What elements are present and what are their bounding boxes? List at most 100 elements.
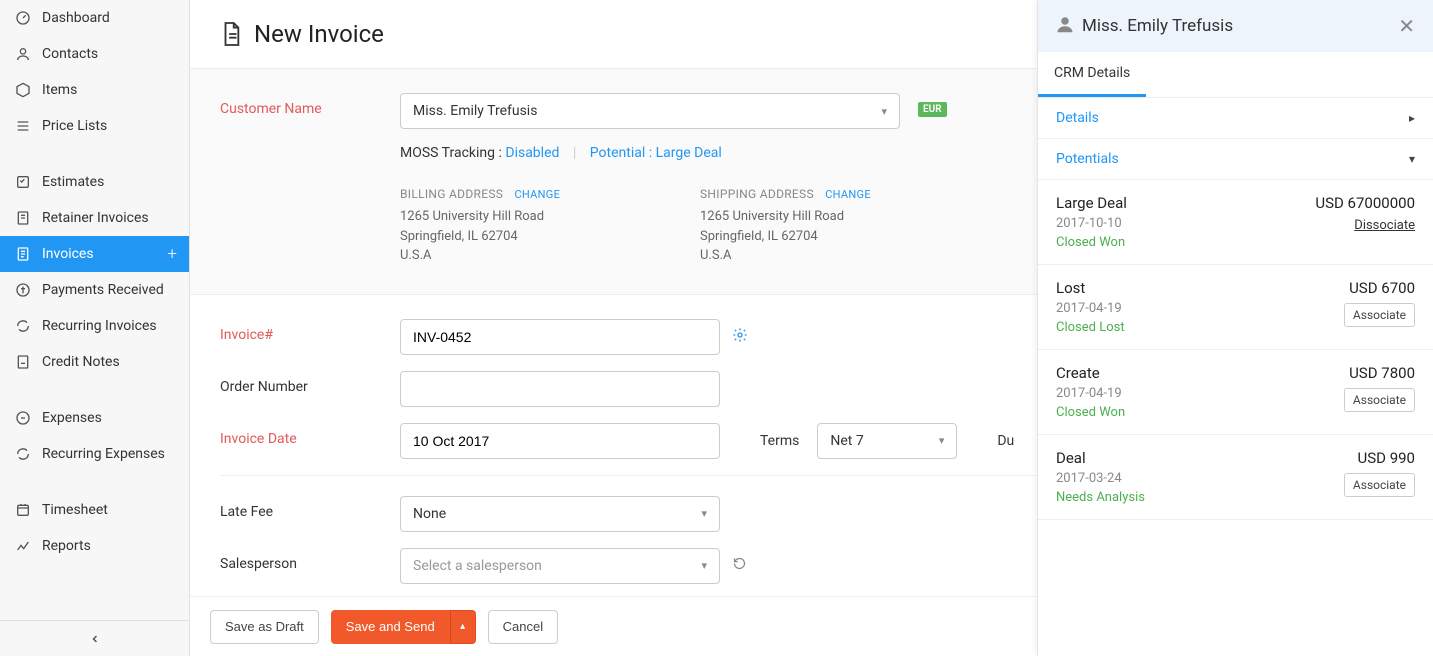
potential-status: Needs Analysis <box>1056 490 1145 505</box>
chevron-down-icon: ▾ <box>701 559 707 572</box>
potential-name: Lost <box>1056 279 1125 297</box>
sidebar-item-expenses[interactable]: Expenses <box>0 400 189 436</box>
currency-badge: EUR <box>918 102 947 117</box>
order-num-value[interactable] <box>413 381 707 397</box>
chevron-down-icon: ▾ <box>939 434 945 447</box>
terms-label: Terms <box>760 433 799 449</box>
refresh-icon[interactable] <box>732 556 747 575</box>
terms-value: Net 7 <box>830 433 863 449</box>
save-draft-button[interactable]: Save as Draft <box>210 610 319 644</box>
potential-date: 2017-04-19 <box>1056 301 1125 316</box>
customer-select-value: Miss. Emily Trefusis <box>413 103 537 119</box>
sidebar-item-creditnotes[interactable]: Credit Notes <box>0 344 189 380</box>
close-icon[interactable]: ✕ <box>1398 14 1415 38</box>
add-invoice-icon[interactable]: + <box>167 244 177 264</box>
late-fee-label: Late Fee <box>220 496 400 520</box>
billing-line1: 1265 University Hill Road <box>400 207 660 227</box>
sidebar-item-recurring-expenses[interactable]: Recurring Expenses <box>0 436 189 472</box>
billing-head: BILLING ADDRESS <box>400 187 503 201</box>
associate-button[interactable]: Associate <box>1344 473 1415 497</box>
potential-date: 2017-03-24 <box>1056 471 1145 486</box>
shipping-line1: 1265 University Hill Road <box>700 207 960 227</box>
sidebar-item-label: Contacts <box>42 46 98 62</box>
sidebar-item-contacts[interactable]: Contacts <box>0 36 189 72</box>
late-fee-value: None <box>413 506 446 522</box>
potential-amount: USD 7800 <box>1344 364 1415 382</box>
sidebar-collapse-button[interactable] <box>0 620 189 656</box>
associate-button[interactable]: Associate <box>1344 303 1415 327</box>
sidebar-item-timesheet[interactable]: Timesheet <box>0 492 189 528</box>
sidebar-item-label: Dashboard <box>42 10 110 26</box>
sidebar-item-label: Estimates <box>42 174 104 190</box>
panel-tabs: CRM Details <box>1038 52 1433 98</box>
recurring-icon <box>14 318 32 334</box>
sidebar-item-label: Payments Received <box>42 282 164 298</box>
terms-select[interactable]: Net 7 ▾ <box>817 423 957 459</box>
potential-status: Closed Lost <box>1056 320 1125 335</box>
save-send-dropdown[interactable]: ▴ <box>450 610 476 644</box>
salesperson-label: Salesperson <box>220 548 400 572</box>
potential-status: Closed Won <box>1056 405 1125 420</box>
potential-link[interactable]: Potential : Large Deal <box>590 145 722 161</box>
panel-header: Miss. Emily Trefusis ✕ <box>1038 0 1433 52</box>
potential-status: Closed Won <box>1056 235 1127 250</box>
sidebar-item-estimates[interactable]: Estimates <box>0 164 189 200</box>
sidebar-item-label: Timesheet <box>42 502 108 518</box>
sidebar-item-items[interactable]: Items <box>0 72 189 108</box>
potential-amount: USD 6700 <box>1344 279 1415 297</box>
invoice-date-value[interactable] <box>413 433 707 449</box>
sidebar-item-label: Price Lists <box>42 118 107 134</box>
customer-select[interactable]: Miss. Emily Trefusis ▾ <box>400 93 900 129</box>
page-title: New Invoice <box>254 20 384 48</box>
billing-address: BILLING ADDRESS CHANGE 1265 University H… <box>400 187 660 266</box>
crm-panel: Miss. Emily Trefusis ✕ CRM Details Detai… <box>1037 0 1433 656</box>
dissociate-link[interactable]: Dissociate <box>1354 218 1415 233</box>
sidebar-item-retainer[interactable]: Retainer Invoices <box>0 200 189 236</box>
sidebar-item-label: Expenses <box>42 410 102 426</box>
panel-potentials-label: Potentials <box>1056 151 1119 167</box>
due-date-label: Du <box>997 433 1014 449</box>
potential-item: Large Deal 2017-10-10 Closed Won USD 670… <box>1038 180 1433 265</box>
invoice-num-input[interactable] <box>400 319 720 355</box>
panel-potentials-row[interactable]: Potentials ▾ <box>1038 139 1433 180</box>
dashboard-icon <box>14 10 32 26</box>
customer-name-label: Customer Name <box>220 93 400 117</box>
person-icon <box>1056 15 1074 38</box>
panel-details-label: Details <box>1056 110 1099 126</box>
save-send-button[interactable]: Save and Send <box>331 610 450 644</box>
potential-item: Lost 2017-04-19 Closed Lost USD 6700 Ass… <box>1038 265 1433 350</box>
billing-change-link[interactable]: CHANGE <box>514 188 560 201</box>
panel-details-row[interactable]: Details ▸ <box>1038 98 1433 139</box>
sidebar-item-label: Recurring Expenses <box>42 446 165 462</box>
page-icon <box>220 21 242 47</box>
estimates-icon <box>14 174 32 190</box>
expenses-icon <box>14 410 32 426</box>
gear-icon[interactable] <box>732 327 748 347</box>
reports-icon <box>14 538 32 554</box>
sidebar-item-invoices[interactable]: Invoices + <box>0 236 189 272</box>
late-fee-select[interactable]: None ▾ <box>400 496 720 532</box>
cancel-button[interactable]: Cancel <box>488 610 558 644</box>
sidebar: Dashboard Contacts Items Price Lists Est… <box>0 0 190 656</box>
potential-name: Create <box>1056 364 1125 382</box>
payments-icon <box>14 282 32 298</box>
salesperson-placeholder: Select a salesperson <box>413 558 542 574</box>
sidebar-item-dashboard[interactable]: Dashboard <box>0 0 189 36</box>
sidebar-item-recurring-invoices[interactable]: Recurring Invoices <box>0 308 189 344</box>
salesperson-select[interactable]: Select a salesperson ▾ <box>400 548 720 584</box>
shipping-change-link[interactable]: CHANGE <box>825 188 871 201</box>
order-num-label: Order Number <box>220 371 400 395</box>
sidebar-item-payments[interactable]: Payments Received <box>0 272 189 308</box>
sidebar-item-pricelists[interactable]: Price Lists <box>0 108 189 144</box>
sidebar-item-label: Invoices <box>42 246 94 262</box>
invoice-date-input[interactable] <box>400 423 720 459</box>
tab-crm-details[interactable]: CRM Details <box>1038 52 1146 97</box>
recurring-expenses-icon <box>14 446 32 462</box>
billing-line2: Springfield, IL 62704 <box>400 227 660 247</box>
associate-button[interactable]: Associate <box>1344 388 1415 412</box>
retainer-icon <box>14 210 32 226</box>
invoice-num-value[interactable] <box>413 329 707 345</box>
moss-status-link[interactable]: Disabled <box>505 145 559 161</box>
order-num-input[interactable] <box>400 371 720 407</box>
sidebar-item-reports[interactable]: Reports <box>0 528 189 564</box>
